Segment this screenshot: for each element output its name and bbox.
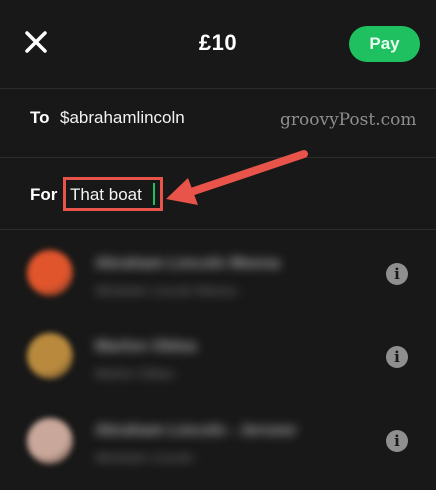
contact-name: Marlon Oblea [95,338,197,355]
payment-header: £10 Pay [0,0,436,88]
contact-row[interactable]: Abraham Lincoln - Jerseer Abraham Lincol… [0,400,436,490]
contact-detail: Abraham Lincoln · [95,450,201,465]
avatar [27,250,73,296]
contact-detail: Marlon Oblea · [95,366,181,381]
info-icon[interactable]: i [386,263,408,285]
text-cursor [153,183,155,205]
contact-detail: Abraham Lincoln Meena · [95,283,244,298]
watermark: groovyPost.com [280,110,417,130]
info-icon[interactable]: i [386,346,408,368]
divider [0,157,436,158]
note-input[interactable]: That boat [70,185,142,205]
avatar [27,333,73,379]
recipient-field[interactable]: $abrahamlincoln [60,108,185,128]
divider [0,88,436,89]
contact-name: Abraham Lincoln Meena [95,255,280,272]
contact-name: Abraham Lincoln - Jerseer [95,422,297,439]
for-label: For [30,185,58,204]
contact-row[interactable]: Abraham Lincoln Meena Abraham Lincoln Me… [0,230,436,320]
pay-button[interactable]: Pay [349,26,420,62]
to-label: To [30,108,50,127]
avatar [27,418,73,464]
info-icon[interactable]: i [386,430,408,452]
contact-row[interactable]: Marlon Oblea Marlon Oblea · i [0,320,436,410]
